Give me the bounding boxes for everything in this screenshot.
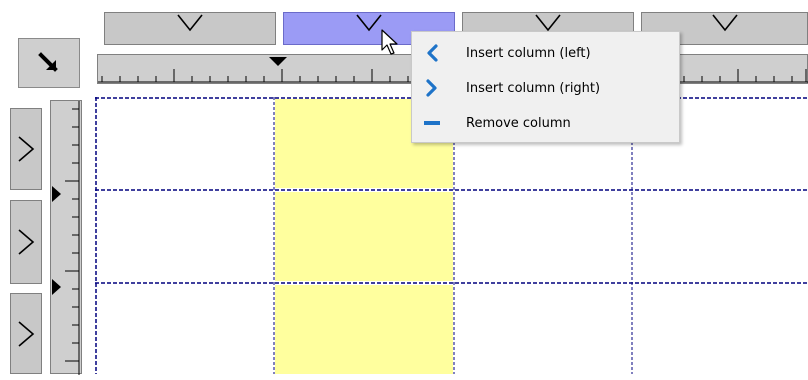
menu-item-label: Insert column (right) (466, 80, 601, 96)
mouse-cursor-icon (381, 29, 398, 55)
chevron-right-icon (426, 79, 437, 97)
chevron-right-icon (18, 136, 35, 162)
ruler-marker (269, 57, 287, 66)
row-header-2[interactable] (10, 200, 42, 284)
menu-item-label: Insert column (left) (466, 45, 591, 61)
chevron-down-icon (177, 14, 203, 32)
menu-item-insert-column-right[interactable]: Insert column (right) (412, 73, 679, 103)
row-header-3[interactable] (10, 293, 42, 374)
row-marker-2 (52, 279, 61, 295)
minus-icon (424, 121, 440, 125)
menu-item-insert-column-left[interactable]: Insert column (left) (412, 38, 679, 68)
chevron-right-icon (18, 320, 35, 347)
menu-item-label: Remove column (466, 115, 571, 131)
vertical-ruler-ticks (52, 101, 80, 375)
row-marker-1 (52, 186, 61, 202)
vertical-ruler[interactable] (50, 100, 82, 375)
arrow-down-right-icon (38, 52, 58, 72)
context-menu: Insert column (left) Insert column (righ… (411, 31, 680, 143)
chevron-left-icon (427, 44, 438, 62)
column-header-1[interactable] (104, 12, 276, 45)
menu-item-remove-column[interactable]: Remove column (412, 108, 679, 138)
chevron-down-icon (535, 14, 561, 32)
chevron-right-icon (18, 229, 35, 255)
chevron-down-icon (711, 14, 738, 32)
row-header-1[interactable] (10, 108, 42, 190)
corner-button[interactable] (18, 38, 80, 88)
